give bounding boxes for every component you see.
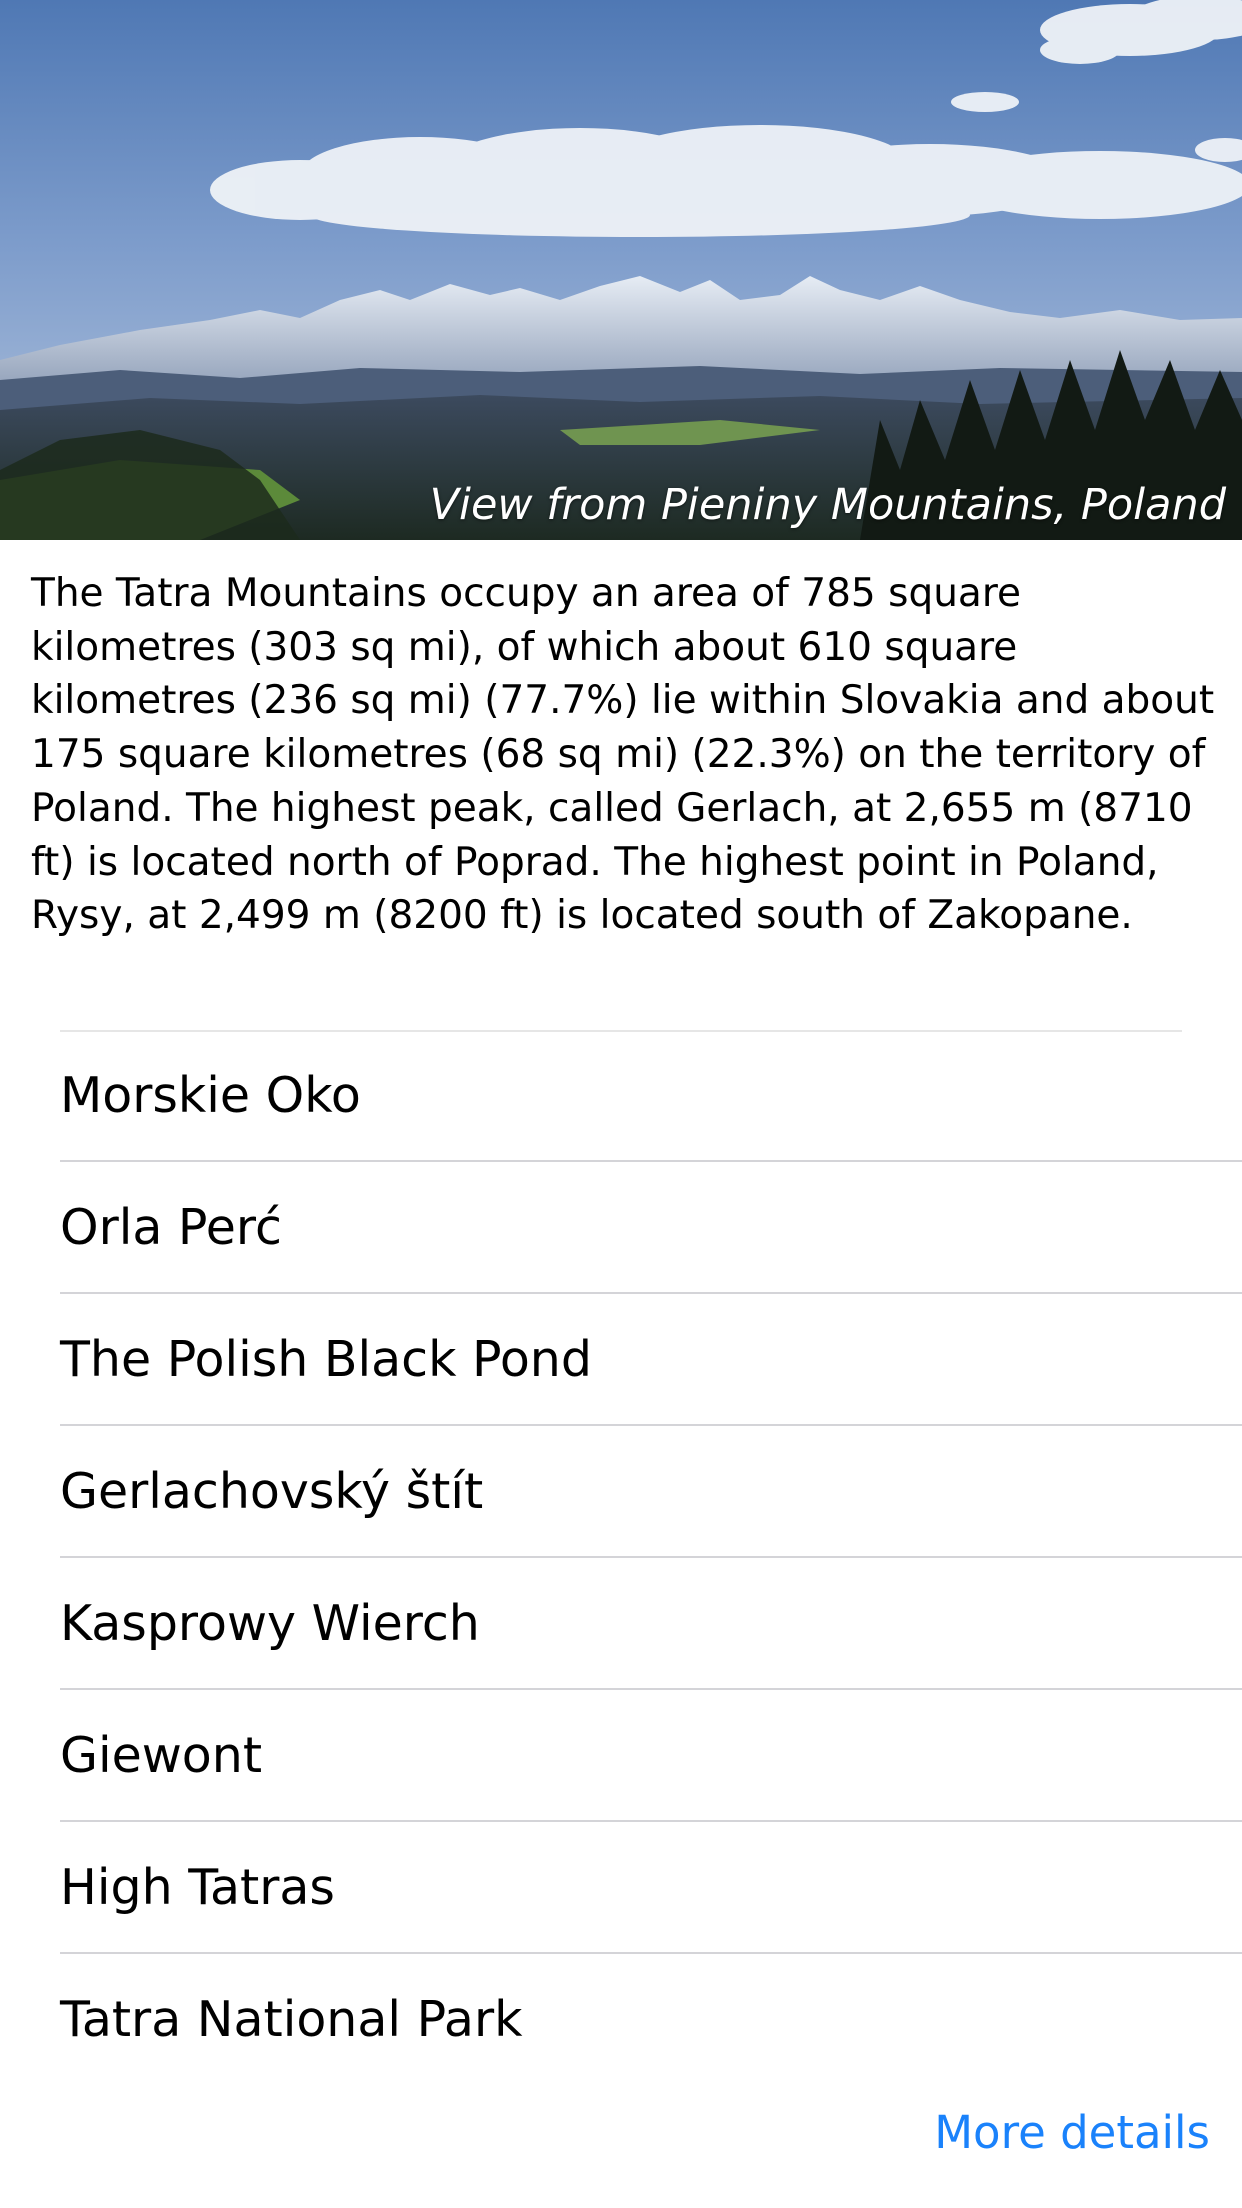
more-details-link[interactable]: More details — [934, 2106, 1210, 2159]
list-item-label: Kasprowy Wierch — [60, 1595, 480, 1652]
hero-image: View from Pieniny Mountains, Poland — [0, 0, 1242, 540]
mountain-landscape-image — [0, 0, 1242, 540]
list-item-label: Tatra National Park — [60, 1991, 523, 2048]
description-text: The Tatra Mountains occupy an area of 78… — [31, 571, 1215, 939]
list-item[interactable]: Morskie Oko — [0, 1030, 1242, 1162]
list-item-label: Orla Perć — [60, 1199, 282, 1256]
hero-caption: View from Pieniny Mountains, Poland — [429, 480, 1226, 530]
list-item-label: Morskie Oko — [60, 1067, 361, 1124]
list-item-label: High Tatras — [60, 1859, 335, 1916]
list-item[interactable]: The Polish Black Pond — [0, 1294, 1242, 1426]
list-item[interactable]: Gerlachovský štít — [0, 1426, 1242, 1558]
list-item-label: Gerlachovský štít — [60, 1463, 484, 1520]
list-item[interactable]: High Tatras — [0, 1822, 1242, 1954]
list-item[interactable]: Orla Perć — [0, 1162, 1242, 1294]
list-item-label: The Polish Black Pond — [60, 1331, 592, 1388]
list-item[interactable]: Tatra National Park — [0, 1954, 1242, 2086]
list-item[interactable]: Giewont — [0, 1690, 1242, 1822]
list-item-label: Giewont — [60, 1727, 263, 1784]
list-item[interactable]: Kasprowy Wierch — [0, 1558, 1242, 1690]
